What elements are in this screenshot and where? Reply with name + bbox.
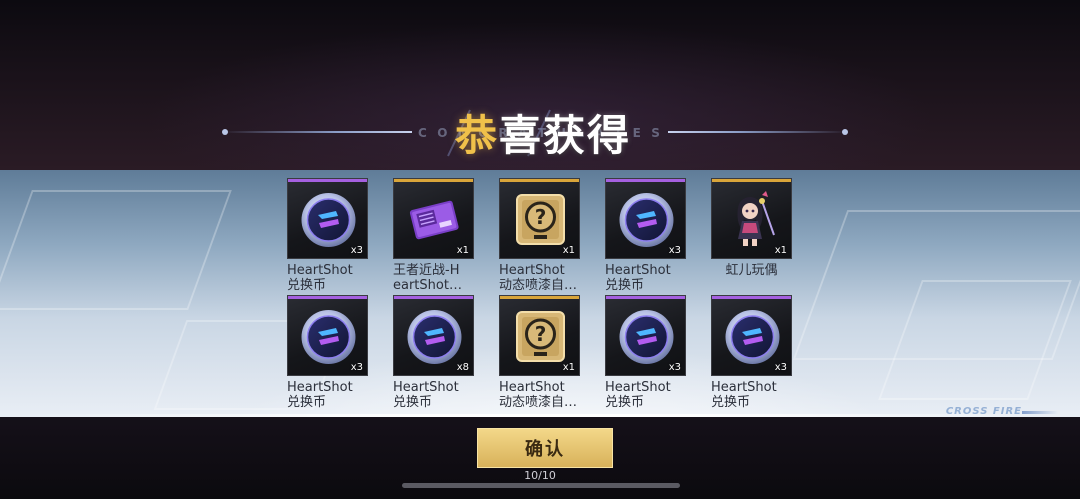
- item-quantity: x3: [350, 245, 363, 256]
- doll-icon: [722, 189, 783, 250]
- item-name: HeartShot 动态喷漆自…: [499, 263, 595, 293]
- mystery-box-icon: ?: [510, 189, 571, 250]
- item-quantity: x8: [456, 362, 469, 373]
- reward-item[interactable]: ? x1 HeartShot 动态喷漆自…: [499, 178, 580, 293]
- rarity-bar: [288, 179, 367, 182]
- item-quantity: x1: [456, 245, 469, 256]
- title-background-letter: S: [651, 126, 662, 140]
- reward-item[interactable]: x1 虹儿玩偶: [711, 178, 792, 278]
- reward-item[interactable]: x3 HeartShot 兑换币: [287, 178, 368, 293]
- coin-icon: [298, 189, 359, 250]
- reward-item[interactable]: x3 HeartShot 兑换币: [287, 295, 368, 410]
- item-name: HeartShot 兑换币: [711, 380, 807, 410]
- reward-card[interactable]: x8: [393, 295, 474, 376]
- item-name: 王者近战-H eartShot…: [393, 263, 489, 293]
- item-name-line2: 兑换币: [287, 395, 327, 410]
- confirm-button[interactable]: 确认: [477, 428, 613, 468]
- rarity-bar: [712, 296, 791, 299]
- item-quantity: x1: [562, 362, 575, 373]
- item-quantity: x1: [774, 245, 787, 256]
- rarity-bar: [394, 296, 473, 299]
- item-quantity: x3: [668, 245, 681, 256]
- reward-card[interactable]: ? x1: [499, 178, 580, 259]
- item-name-line1: HeartShot: [711, 380, 777, 395]
- coin-icon: [404, 306, 465, 367]
- reward-item[interactable]: x8 HeartShot 兑换币: [393, 295, 474, 410]
- reward-card[interactable]: x3: [287, 178, 368, 259]
- reward-item[interactable]: x3 HeartShot 兑换币: [711, 295, 792, 410]
- item-name-line2: 动态喷漆自…: [499, 395, 578, 410]
- item-name: HeartShot 兑换币: [393, 380, 489, 410]
- item-name: HeartShot 兑换币: [287, 263, 383, 293]
- coin-icon: [298, 306, 359, 367]
- rarity-bar: [606, 296, 685, 299]
- reward-card[interactable]: ? x1: [499, 295, 580, 376]
- crossfire-watermark: CROSS FIRE: [945, 406, 1022, 417]
- item-quantity: x3: [668, 362, 681, 373]
- item-name-line1: HeartShot: [499, 263, 565, 278]
- title-line-left: [222, 131, 412, 133]
- item-name: HeartShot 动态喷漆自…: [499, 380, 595, 410]
- item-quantity: x1: [562, 245, 575, 256]
- rarity-bar: [394, 179, 473, 182]
- reward-card[interactable]: x3: [711, 295, 792, 376]
- reward-item[interactable]: ? x1 HeartShot 动态喷漆自…: [499, 295, 580, 410]
- rarity-bar: [288, 296, 367, 299]
- item-name-line2: eartShot…: [393, 278, 462, 293]
- mystery-box-icon: ?: [510, 306, 571, 367]
- item-name-line2: 兑换币: [605, 395, 645, 410]
- rarity-bar: [712, 179, 791, 182]
- page-title: 恭喜获得: [438, 104, 648, 160]
- scrollbar[interactable]: [402, 483, 680, 488]
- item-name-line1: HeartShot: [287, 263, 353, 278]
- reward-card[interactable]: x1: [711, 178, 792, 259]
- item-name: HeartShot 兑换币: [287, 380, 383, 410]
- item-name: HeartShot 兑换币: [605, 263, 701, 293]
- reward-item[interactable]: x1 王者近战-H eartShot…: [393, 178, 474, 293]
- reward-card[interactable]: x3: [605, 295, 686, 376]
- item-quantity: x3: [774, 362, 787, 373]
- item-name-line2: 兑换币: [711, 395, 751, 410]
- page-indicator: 10/10: [524, 469, 556, 482]
- coin-icon: [616, 306, 677, 367]
- coin-icon: [616, 189, 677, 250]
- title-rest: 喜获得: [499, 110, 632, 160]
- svg-text:?: ?: [535, 322, 547, 346]
- ticket-icon: [404, 189, 465, 250]
- reward-card[interactable]: x3: [287, 295, 368, 376]
- item-name-line2: 兑换币: [393, 395, 433, 410]
- item-name: 虹儿玩偶: [711, 263, 792, 278]
- reward-card[interactable]: x1: [393, 178, 474, 259]
- item-name-line1: HeartShot: [499, 380, 565, 395]
- title-dot-left: [222, 129, 228, 135]
- item-name-line2: 兑换币: [605, 278, 645, 293]
- reward-item[interactable]: x3 HeartShot 兑换币: [605, 178, 686, 293]
- rarity-bar: [500, 179, 579, 182]
- item-name-line1: 王者近战-H: [393, 263, 460, 278]
- item-name: HeartShot 兑换币: [605, 380, 701, 410]
- coin-icon: [722, 306, 783, 367]
- reward-item[interactable]: x3 HeartShot 兑换币: [605, 295, 686, 410]
- title-line-right: [668, 131, 848, 133]
- title-first-char: 恭: [454, 110, 499, 160]
- item-name-line2: 动态喷漆自…: [499, 278, 578, 293]
- watermark-underline: [1022, 411, 1058, 414]
- title-dot-right: [842, 129, 848, 135]
- item-quantity: x3: [350, 362, 363, 373]
- svg-text:?: ?: [535, 205, 547, 229]
- item-name-line1: HeartShot: [605, 380, 671, 395]
- item-name-line1: HeartShot: [393, 380, 459, 395]
- item-name-line1: HeartShot: [605, 263, 671, 278]
- item-name-line1: HeartShot: [287, 380, 353, 395]
- rarity-bar: [606, 179, 685, 182]
- item-name-line2: 兑换币: [287, 278, 327, 293]
- item-name-line1: 虹儿玩偶: [725, 263, 778, 278]
- reward-card[interactable]: x3: [605, 178, 686, 259]
- rarity-bar: [500, 296, 579, 299]
- title-background-letter: C: [418, 126, 429, 140]
